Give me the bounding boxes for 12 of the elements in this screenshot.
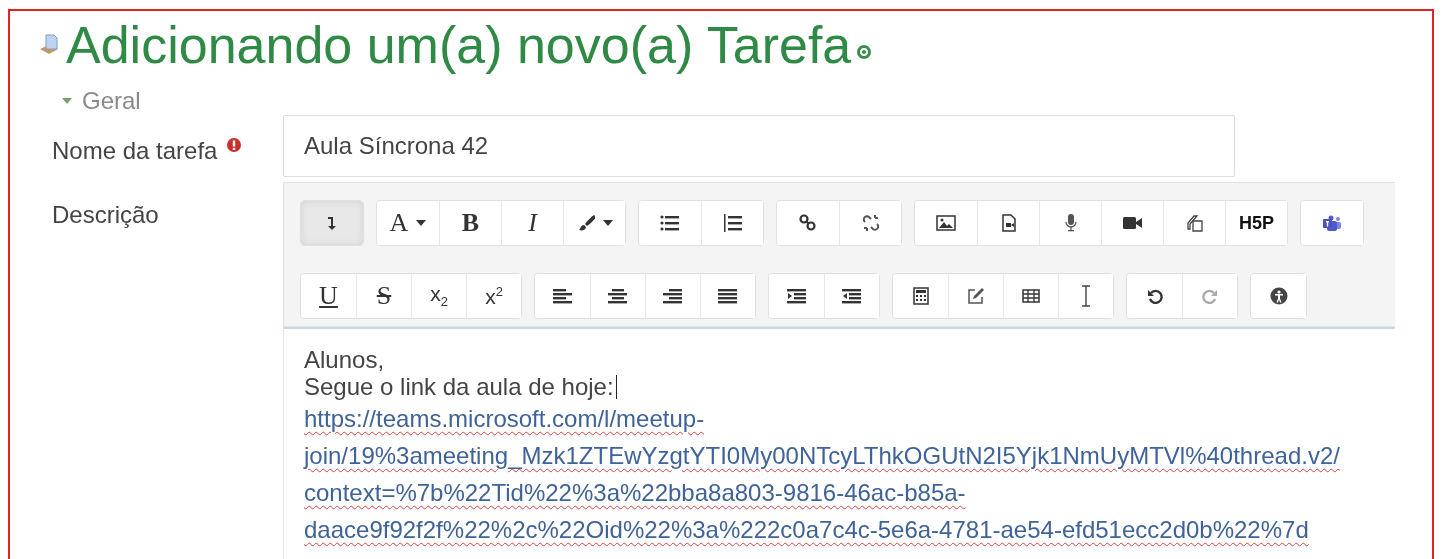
toolbar-button[interactable]: H5P (1225, 201, 1287, 245)
toolbar-button[interactable]: x$^{2}$ (466, 274, 521, 318)
field-label: Descrição (52, 201, 159, 229)
link[interactable]: context=%7b%22Tid%22%3a%22bba8a803-9816-46ac-b85a- (304, 474, 1395, 511)
text-field[interactable]: Aula Síncrona 42 (283, 115, 1235, 177)
link[interactable]: daace9f92f2f%22%2c%22Oid%22%3a%222c0a7c4c-5e6a-4781-ae54-efd51ecc2d0b%22%7d (304, 511, 1395, 548)
editor-text: Alunos, (304, 346, 386, 373)
page-title: Adicionando um(a) novo(a) Tarefa (66, 17, 852, 73)
link[interactable]: https://teams.microsoft.com/l/meetup- (304, 400, 1395, 437)
editor-text: Segue o link da aula de hoje: (304, 373, 1395, 400)
link[interactable]: join/19%3ameeting_Mzk1ZTEwYzgtYTI0My00NTcyLThkOGUtN2I5Yjk1NmUyMTVl%40thread.v2/ (304, 437, 1395, 474)
field-label: Nome da tarefa (52, 137, 218, 165)
